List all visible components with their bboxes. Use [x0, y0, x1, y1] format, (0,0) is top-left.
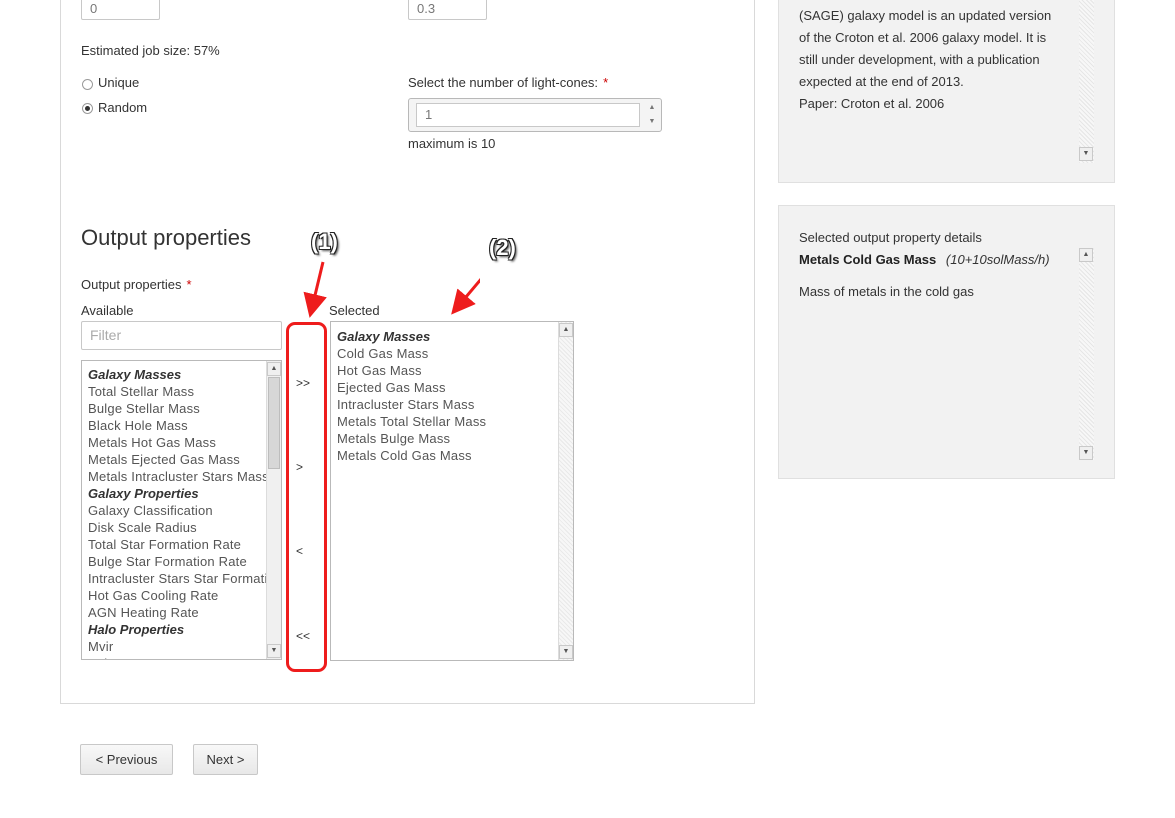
list-item[interactable]: AGN Heating Rate	[88, 604, 268, 621]
available-scrollbar[interactable]: ▲ ▼	[266, 361, 281, 659]
list-item[interactable]: Mvir	[88, 638, 268, 655]
list-item[interactable]: Cold Gas Mass	[337, 345, 557, 362]
annotation-label-two: (2)	[489, 235, 516, 260]
scroll-thumb[interactable]	[268, 377, 280, 469]
list-group-header: Galaxy Masses	[88, 367, 182, 382]
list-item[interactable]: Metals Hot Gas Mass	[88, 434, 268, 451]
list-item[interactable]: Bulge Stellar Mass	[88, 400, 268, 417]
lightcones-input[interactable]: 1	[416, 103, 640, 127]
annotation-arrows	[303, 261, 480, 318]
required-marker: *	[186, 277, 192, 292]
lightcones-hint: maximum is 10	[408, 136, 496, 151]
list-item[interactable]: Rvir	[88, 655, 268, 659]
model-description-line: expected at the end of 2013.	[799, 74, 964, 89]
scroll-up-icon[interactable]: ▲	[559, 323, 573, 337]
list-item[interactable]: Total Star Formation Rate	[88, 536, 268, 553]
lightcones-label-text: Select the number of light-cones:	[408, 75, 599, 90]
scroll-down-icon[interactable]: ▼	[1079, 147, 1093, 161]
annotation-label-one: (1)	[311, 229, 338, 254]
scroll-up-icon[interactable]: ▲	[267, 362, 281, 376]
list-group-header: Galaxy Properties	[88, 486, 199, 501]
next-button[interactable]: Next >	[193, 744, 258, 775]
scroll-down-icon[interactable]: ▼	[1079, 446, 1093, 460]
arrow-one-icon	[303, 261, 327, 318]
lightcones-spinner: 1 ▲ ▼	[408, 98, 662, 132]
previous-button[interactable]: < Previous	[80, 744, 173, 775]
list-item[interactable]: Hot Gas Mass	[337, 362, 557, 379]
model-description-line: Paper: Croton et al. 2006	[799, 96, 945, 111]
list-item[interactable]: Metals Cold Gas Mass	[337, 447, 557, 464]
list-group-header: Halo Properties	[88, 622, 185, 637]
scroll-up-icon[interactable]: ▲	[1079, 248, 1093, 262]
property-unit: (10+10solMass/h)	[945, 252, 1050, 267]
list-item[interactable]: Hot Gas Cooling Rate	[88, 587, 268, 604]
radio-random-label: Random	[98, 100, 148, 115]
property-name-row: Metals Cold Gas Mass (10+10solMass/h)	[799, 252, 1050, 267]
spin-up-icon[interactable]: ▲	[645, 101, 659, 115]
scroll-down-icon[interactable]: ▼	[267, 644, 281, 658]
list-item[interactable]: Disk Scale Radius	[88, 519, 268, 536]
list-item[interactable]: Total Stellar Mass	[88, 383, 268, 400]
output-properties-heading: Output properties	[81, 225, 251, 250]
radio-unique-circle[interactable]	[82, 79, 93, 90]
list-item[interactable]: Ejected Gas Mass	[337, 379, 557, 396]
arrow-two-icon	[451, 277, 480, 315]
selected-items: Galaxy Masses Cold Gas Mass Hot Gas Mass Ej…	[337, 328, 557, 464]
selected-list[interactable]: Galaxy Masses Cold Gas Mass Hot Gas Mass Ej…	[330, 321, 574, 661]
annotation-highlight-box	[286, 322, 327, 672]
list-item[interactable]: Metals Total Stellar Mass	[337, 413, 557, 430]
list-group-header: Galaxy Masses	[337, 329, 431, 344]
output-properties-label-text: Output properties	[81, 277, 182, 292]
model-description-text: (SAGE) galaxy model is an updated versio…	[799, 5, 1079, 115]
filter-input[interactable]: Filter	[81, 321, 282, 350]
job-size-text: Estimated job size: 57%	[81, 43, 220, 58]
property-details-scrollbar[interactable]: ▲ ▼	[1079, 248, 1094, 460]
lightcone-max-redshift-input[interactable]: 0.3	[408, 0, 487, 20]
model-description-line: of the Croton et al. 2006 galaxy model. …	[799, 30, 1047, 45]
radio-unique-label: Unique	[98, 75, 140, 90]
available-label: Available	[81, 303, 134, 318]
property-details-panel: Selected output property details Metals …	[778, 205, 1115, 479]
list-item[interactable]: Intracluster Stars Star Formation Rate	[88, 570, 268, 587]
radio-random-circle[interactable]	[82, 103, 93, 114]
available-items: Galaxy Masses Total Stellar Mass Bulge Ste…	[88, 366, 268, 659]
property-details-title: Selected output property details	[799, 230, 982, 245]
model-description-line: still under development, with a publicat…	[799, 52, 1040, 67]
property-description: Mass of metals in the cold gas	[799, 284, 974, 299]
spin-down-icon[interactable]: ▼	[645, 115, 659, 129]
list-item[interactable]: Intracluster Stars Mass	[337, 396, 557, 413]
available-list[interactable]: Galaxy Masses Total Stellar Mass Bulge Ste…	[81, 360, 282, 660]
model-description-line: (SAGE) galaxy model is an updated versio…	[799, 8, 1052, 23]
list-item[interactable]: Black Hole Mass	[88, 417, 268, 434]
model-description-panel: (SAGE) galaxy model is an updated versio…	[778, 0, 1115, 183]
property-name: Metals Cold Gas Mass	[799, 252, 937, 267]
list-item[interactable]: Galaxy Classification	[88, 502, 268, 519]
list-item[interactable]: Metals Ejected Gas Mass	[88, 451, 268, 468]
list-item[interactable]: Metals Bulge Mass	[337, 430, 557, 447]
scroll-down-icon[interactable]: ▼	[559, 645, 573, 659]
selected-scrollbar[interactable]: ▲ ▼	[558, 322, 573, 660]
list-item[interactable]: Metals Intracluster Stars Mass	[88, 468, 268, 485]
output-properties-label: Output properties *	[81, 277, 192, 292]
list-item[interactable]: Bulge Star Formation Rate	[88, 553, 268, 570]
lightcones-label: Select the number of light-cones: *	[408, 75, 608, 90]
model-description-scrollbar[interactable]: ▼	[1079, 0, 1094, 163]
required-marker: *	[603, 75, 609, 90]
lightcone-min-redshift-input[interactable]: 0	[81, 0, 160, 20]
